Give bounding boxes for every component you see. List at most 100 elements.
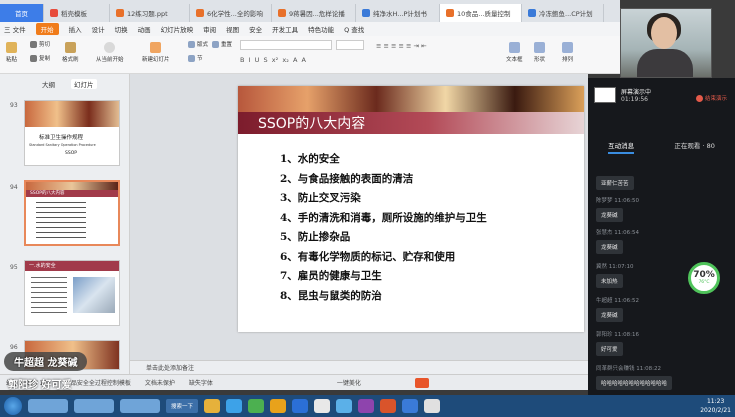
chat-message: 好可爱 <box>596 342 623 356</box>
play-icon <box>104 42 116 53</box>
cut-button[interactable]: 剪切 <box>30 40 50 48</box>
system-clock[interactable]: 11:23 2020/2/21 <box>700 397 731 415</box>
menu-item-developer[interactable]: 开发工具 <box>272 24 298 34</box>
taskbar-app[interactable] <box>28 399 68 413</box>
tab-document[interactable]: 纯净水H...P计划书 <box>356 4 440 22</box>
performance-gauge[interactable]: 70% 76°C <box>688 262 720 294</box>
shape-label: 形状 <box>534 57 546 63</box>
start-button[interactable] <box>4 397 22 415</box>
end-presentation-button[interactable]: 结束演示 <box>695 94 727 102</box>
cut-label: 剪切 <box>39 42 51 48</box>
chat-time: 11:07:10 <box>608 264 634 270</box>
app-icon[interactable] <box>358 399 375 413</box>
paste-button[interactable]: 粘贴 <box>6 42 17 63</box>
paragraph-buttons[interactable]: ≡ ≡ ≡ ≡ ≡ ⇥ ⇤ <box>376 42 486 64</box>
browser-icon[interactable] <box>226 399 243 413</box>
menu-item-view[interactable]: 视图 <box>226 24 239 34</box>
ppt-icon <box>446 9 454 17</box>
tab-outline[interactable]: 大纲 <box>42 79 55 89</box>
tab-slides[interactable]: 幻灯片 <box>71 79 97 89</box>
tab-document[interactable]: 12练习题.ppt <box>110 4 190 22</box>
app-icon[interactable] <box>402 399 419 413</box>
tab-interactions[interactable]: 互动消息 <box>608 140 635 154</box>
arrange-button[interactable]: 排列 <box>562 42 573 63</box>
search-button[interactable]: 搜索一下 <box>166 399 199 413</box>
document-tab-bar: 首页 稻壳模板 12练习题.ppt 6化学性...全的影响 9蒋暑因...危样论… <box>0 0 620 22</box>
slide-number: 96 <box>10 344 18 351</box>
chat-message: 哈哈哈哈哈哈哈哈哈哈哈哈 <box>596 376 673 390</box>
menu-item-insert[interactable]: 插入 <box>69 24 82 34</box>
taskbar-app[interactable] <box>120 399 160 413</box>
textbox-button[interactable]: 文本框 <box>506 42 523 63</box>
current-slide[interactable]: SSOP的八大内容 1、水的安全 2、与食品接触的表面的清洁 3、防止交叉污染 … <box>238 86 584 332</box>
chat-message: 龙葵碱 <box>596 308 623 322</box>
tab-document[interactable]: 冷冻鲍鱼...CP计划 <box>522 4 604 22</box>
play-slideshow-icon[interactable] <box>414 377 429 388</box>
end-label: 结束演示 <box>704 96 727 102</box>
folder-icon[interactable] <box>270 399 287 413</box>
taskbar-app[interactable] <box>74 399 114 413</box>
chat-time: 11:08:16 <box>614 332 639 338</box>
tab-docer[interactable]: 稻壳模板 <box>44 4 110 22</box>
theme-name: 食品安全全过程控制模板 <box>64 380 131 387</box>
textbox-icon <box>508 42 520 53</box>
slide-thumbnail-selected[interactable]: SSOP的八大内容 <box>24 180 120 246</box>
font-style-buttons[interactable]: B I U S x² x₂ A A <box>240 56 364 64</box>
menu-item-security[interactable]: 安全 <box>249 24 262 34</box>
windows-taskbar: 搜索一下 11:23 2020/2/21 <box>0 395 735 417</box>
reset-button[interactable]: 重置 <box>212 40 232 48</box>
chat-user: 冀然 <box>596 264 608 270</box>
menu-item-animation[interactable]: 动画 <box>138 24 151 34</box>
tab-document[interactable]: 9蒋暑因...危样论播 <box>272 4 356 22</box>
tab-document[interactable]: 6化学性...全的影响 <box>190 4 272 22</box>
menu-item-design[interactable]: 设计 <box>92 24 105 34</box>
chat-time: 11:08:22 <box>636 366 661 372</box>
play-from-current-button[interactable]: 从当前开始 <box>96 42 124 63</box>
font-family-select[interactable] <box>240 40 332 50</box>
slide-thumbnail[interactable]: 一.水的安全 <box>24 260 120 326</box>
tab-viewers[interactable]: 正在观看 · 80 <box>674 140 714 154</box>
chat-meta: 陈梦梦 11:06:50 <box>596 196 639 204</box>
chat-user: 陈梦梦 <box>596 198 613 204</box>
tab-home[interactable]: 首页 <box>0 4 44 22</box>
font-size-select[interactable] <box>336 40 364 50</box>
menu-item-features[interactable]: 特色功能 <box>308 24 334 34</box>
explorer-icon[interactable] <box>204 399 221 413</box>
search-box[interactable]: Q 查找 <box>344 24 364 34</box>
slide-food-banner <box>238 86 584 112</box>
menu-item-slideshow[interactable]: 幻灯片放映 <box>161 24 194 34</box>
file-menu[interactable]: 三 文件 <box>4 24 26 34</box>
app-icon[interactable] <box>292 399 309 413</box>
slide-thumbnail[interactable]: 标准卫生操作规程 Standard Sanitary Operation Pro… <box>24 100 120 166</box>
beautify-button[interactable]: 一键美化 <box>337 378 361 387</box>
tab-label: 6化学性...全的影响 <box>207 10 263 18</box>
slide-number: 95 <box>10 264 18 271</box>
tab-label: 冷冻鲍鱼...CP计划 <box>539 10 593 18</box>
thumb-text-lines <box>31 277 67 313</box>
layout-button[interactable]: 版式 <box>188 40 208 48</box>
menu-bar: 三 文件 开始 插入 设计 切换 动画 幻灯片放映 审阅 视图 安全 开发工具 … <box>0 22 620 36</box>
doc-icon <box>528 9 536 17</box>
document-protection[interactable]: 文档未保护 <box>145 378 175 387</box>
menu-item-transition[interactable]: 切换 <box>115 24 128 34</box>
missing-font[interactable]: 缺失字体 <box>189 378 213 387</box>
app-icon[interactable] <box>336 399 353 413</box>
chat-message: 龙葵碱 <box>596 240 623 254</box>
notes-pane[interactable]: 单击此处添加备注 <box>130 360 588 374</box>
chat-meta: 牛超超 11:06:52 <box>596 296 639 304</box>
menu-item-start[interactable]: 开始 <box>35 23 59 35</box>
copy-button[interactable]: 复制 <box>30 54 50 62</box>
wechat-icon[interactable] <box>248 399 265 413</box>
app-icon[interactable] <box>314 399 331 413</box>
comment-user: 郭阳珍 <box>8 380 38 391</box>
new-slide-button[interactable]: 新建幻灯片 <box>142 42 170 63</box>
format-painter-button[interactable]: 格式刷 <box>62 42 79 63</box>
tab-document-active[interactable]: 10食品...质量控制 <box>440 4 522 22</box>
slide-thumbnail-panel: 大纲 幻灯片 93 标准卫生操作规程 Standard Sanitary Ope… <box>0 74 130 374</box>
app-icon[interactable] <box>424 399 441 413</box>
menu-item-review[interactable]: 审阅 <box>203 24 216 34</box>
shape-button[interactable]: 形状 <box>534 42 545 63</box>
screen-preview <box>594 87 616 103</box>
wps-icon[interactable] <box>380 399 397 413</box>
section-button[interactable]: 节 <box>188 54 203 62</box>
